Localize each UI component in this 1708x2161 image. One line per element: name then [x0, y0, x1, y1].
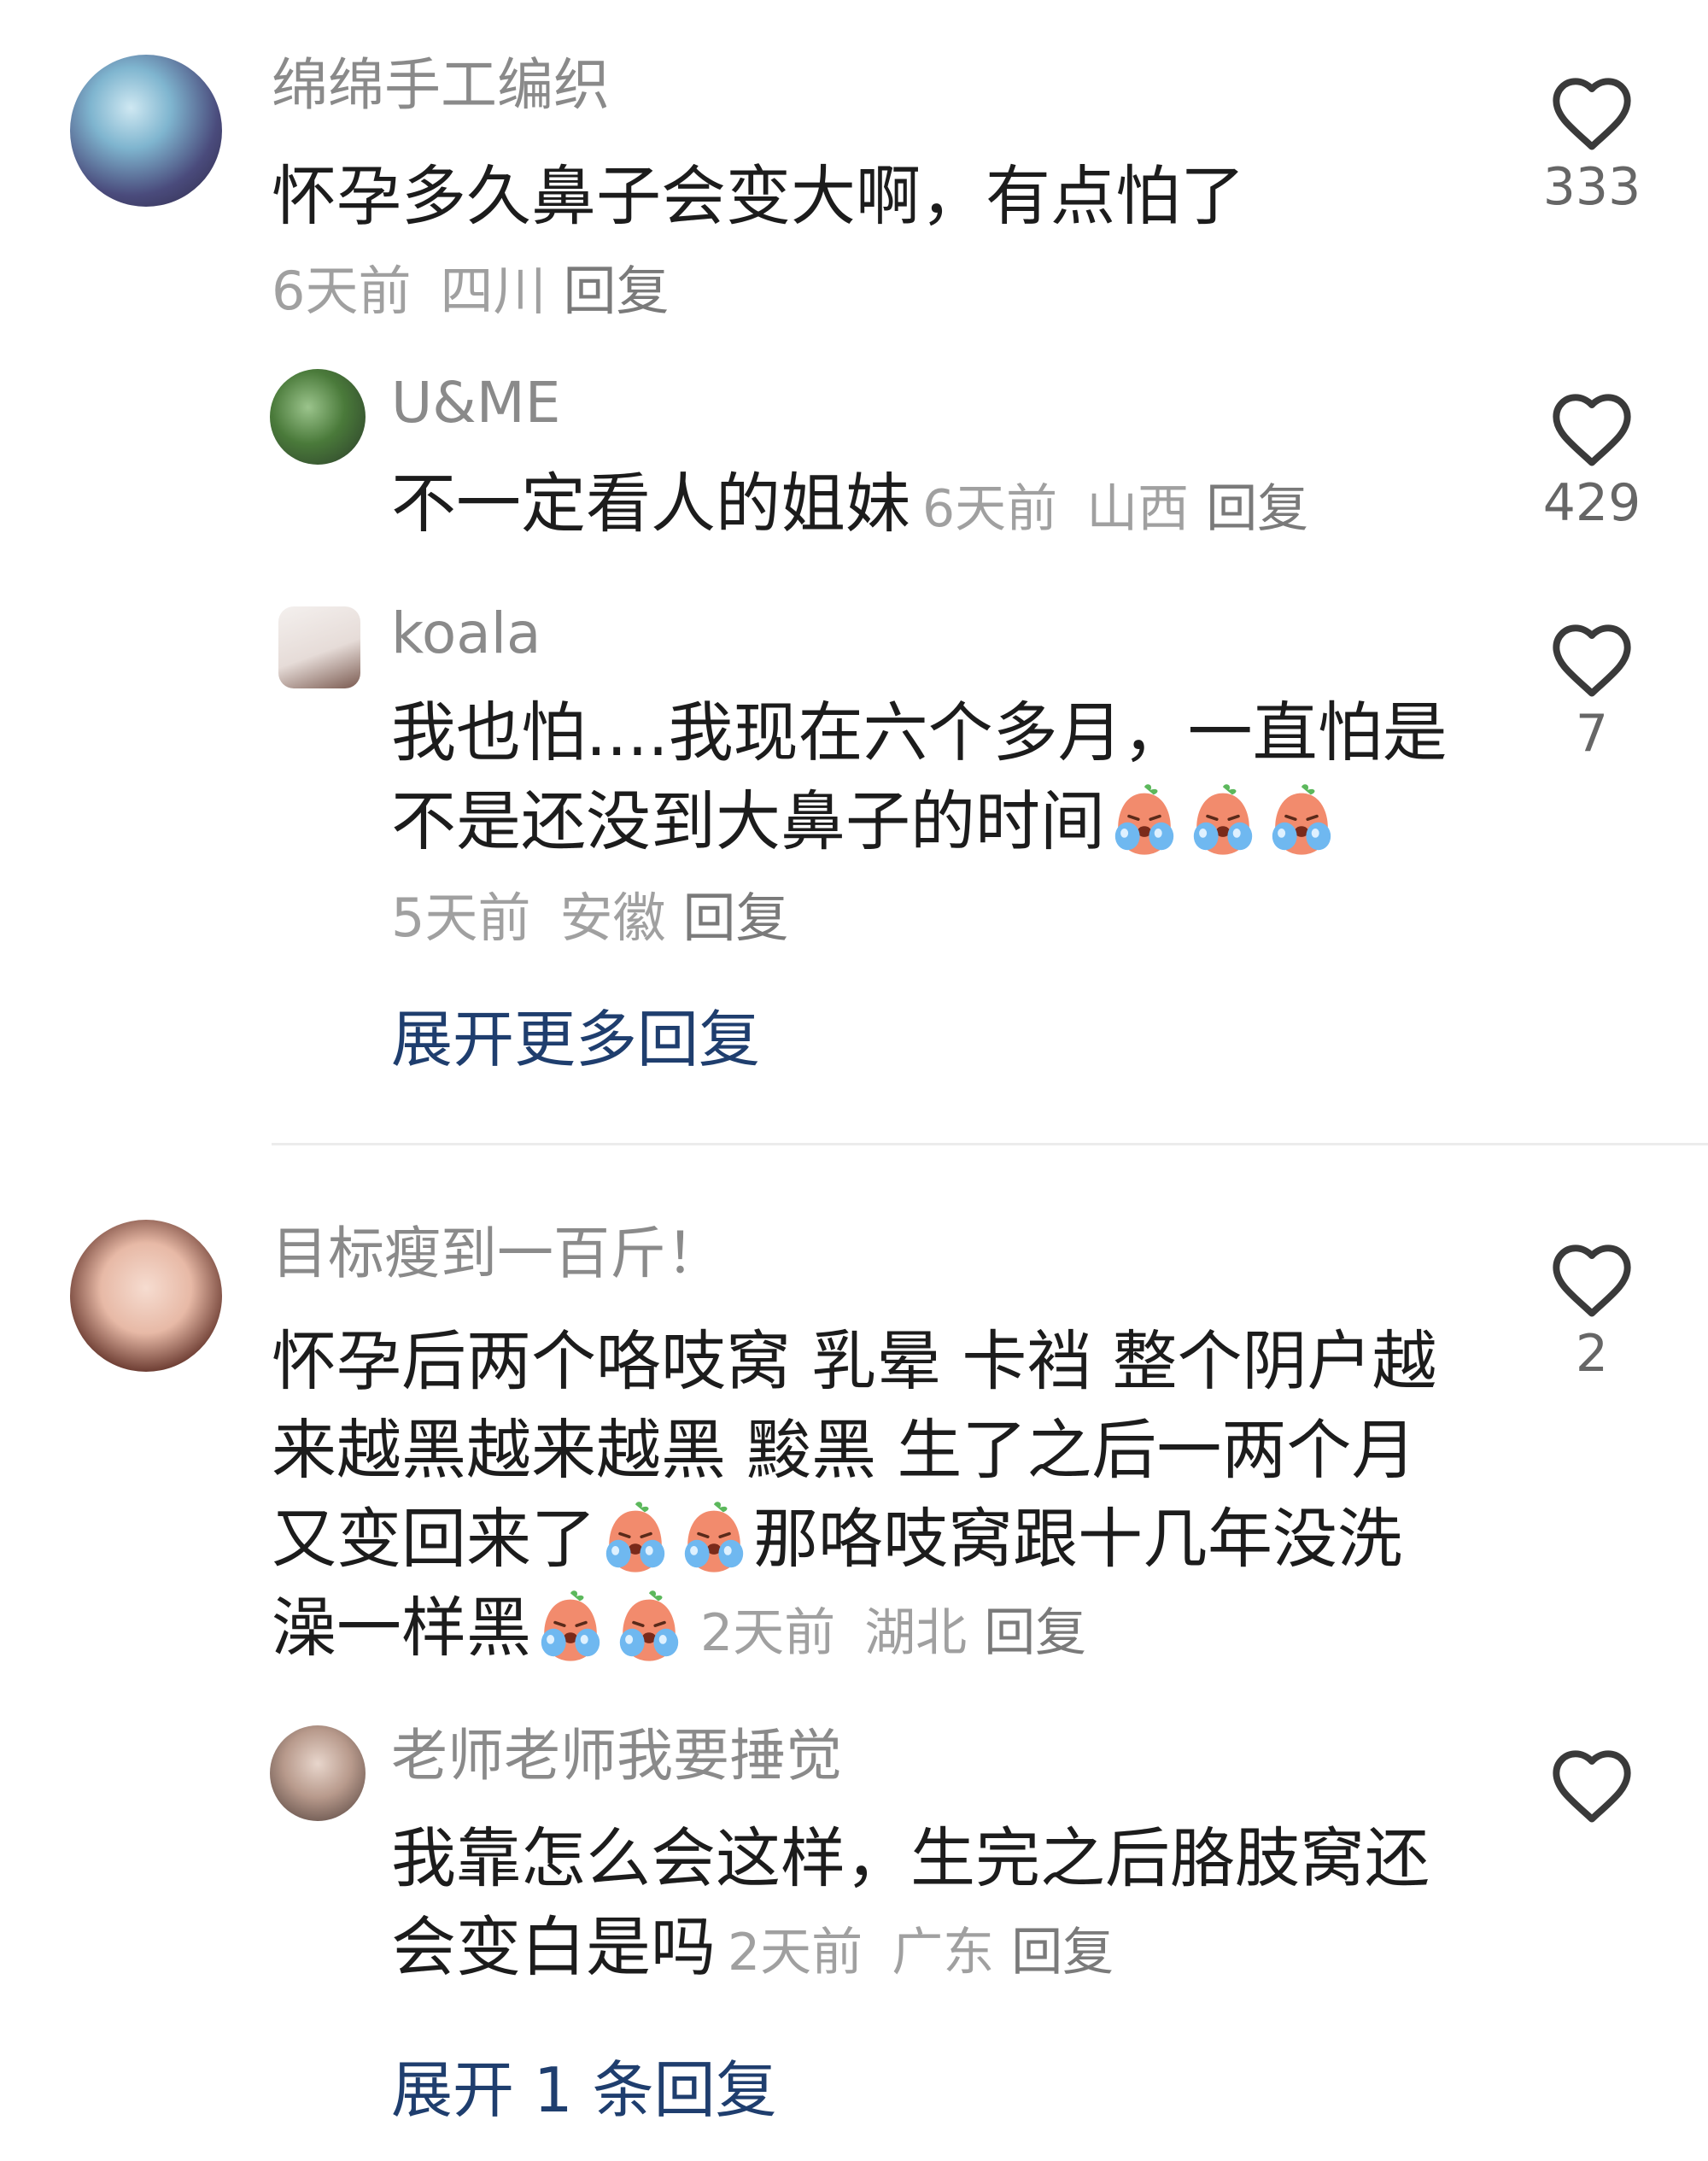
reply-text: 我靠怎么会这样，生完之后胳肢窝还 会变白是吗 2天前 广东 回复 — [391, 1820, 1430, 1985]
reply-text: 不一定看人的姐妹 6天前 山西 回复 — [391, 466, 1309, 542]
heart-icon — [1549, 389, 1635, 468]
like-button[interactable]: 333 — [1524, 73, 1660, 217]
reply-time: 5天前 — [391, 887, 531, 949]
comment-text: 怀孕多久鼻子会变大啊，有点怕了 — [272, 158, 1245, 234]
heart-icon — [1549, 1746, 1635, 1824]
like-count: 333 — [1542, 157, 1641, 217]
heart-icon — [1549, 1240, 1635, 1319]
crying-face-icon — [676, 1500, 752, 1577]
crying-face-icon — [1106, 782, 1183, 859]
avatar[interactable] — [70, 1220, 222, 1372]
like-count: 7 — [1575, 704, 1609, 764]
divider — [272, 1143, 1708, 1145]
avatar[interactable] — [278, 606, 360, 688]
comment-text: 怀孕后两个咯吱窝 乳晕 卡裆 整个阴户越 来越黑越来越黑 黢黑 生了之后一两个月… — [272, 1323, 1437, 1666]
reply-location: 安徽 — [559, 887, 666, 949]
expand-replies-link[interactable]: 展开更多回复 — [391, 989, 760, 1079]
avatar[interactable] — [70, 55, 222, 207]
like-button[interactable]: 2 — [1524, 1240, 1660, 1384]
reply-time: 6天前 — [922, 479, 1058, 539]
like-button[interactable]: 7 — [1524, 620, 1660, 764]
crying-face-icon — [532, 1589, 609, 1666]
reply-meta: 2天前 广东 回复 — [728, 1923, 1114, 1982]
avatar[interactable] — [270, 1725, 366, 1821]
reply-location: 广东 — [892, 1923, 995, 1982]
crying-face-icon — [1184, 782, 1261, 859]
reply-button[interactable]: 回复 — [682, 887, 788, 949]
reply-location: 山西 — [1086, 479, 1190, 539]
comment-location: 四川 — [440, 260, 547, 322]
heart-icon — [1549, 620, 1635, 699]
comment-meta: 6天前 四川 回复 — [272, 248, 669, 325]
comment-meta: 2天前 湖北 回复 — [700, 1603, 1086, 1663]
crying-face-icon — [597, 1500, 674, 1577]
reply-time: 2天前 — [728, 1923, 863, 1982]
comment-author[interactable]: 绵绵手工编织 — [272, 51, 610, 119]
like-button[interactable]: 429 — [1524, 389, 1660, 533]
reply-author[interactable]: U&ME — [391, 369, 560, 436]
heart-icon — [1549, 73, 1635, 152]
avatar[interactable] — [270, 369, 366, 465]
reply-author[interactable]: 老师老师我要捶觉 — [391, 1722, 842, 1789]
reply-meta: 6天前 山西 回复 — [922, 479, 1308, 539]
reply-button[interactable]: 回复 — [563, 260, 669, 322]
comment-location: 湖北 — [864, 1603, 968, 1663]
reply-author[interactable]: koala — [391, 600, 541, 667]
comment-time: 2天前 — [700, 1603, 836, 1663]
crying-face-icon — [611, 1589, 687, 1666]
reply-meta: 5天前 安徽 回复 — [391, 875, 788, 952]
reply-button[interactable]: 回复 — [1206, 479, 1308, 539]
like-count: 2 — [1575, 1324, 1609, 1384]
expand-replies-link[interactable]: 展开 1 条回复 — [391, 2040, 777, 2129]
crying-face-icon — [1263, 782, 1340, 859]
like-count: 429 — [1542, 473, 1641, 533]
like-button[interactable] — [1524, 1746, 1660, 1830]
reply-text: 我也怕....我现在六个多月，一直怕是 不是还没到大鼻子的时间 — [391, 694, 1448, 859]
reply-button[interactable]: 回复 — [984, 1603, 1086, 1663]
reply-button[interactable]: 回复 — [1011, 1923, 1114, 1982]
comment-time: 6天前 — [272, 260, 412, 322]
comment-author[interactable]: 目标瘦到一百斤！ — [272, 1220, 722, 1287]
